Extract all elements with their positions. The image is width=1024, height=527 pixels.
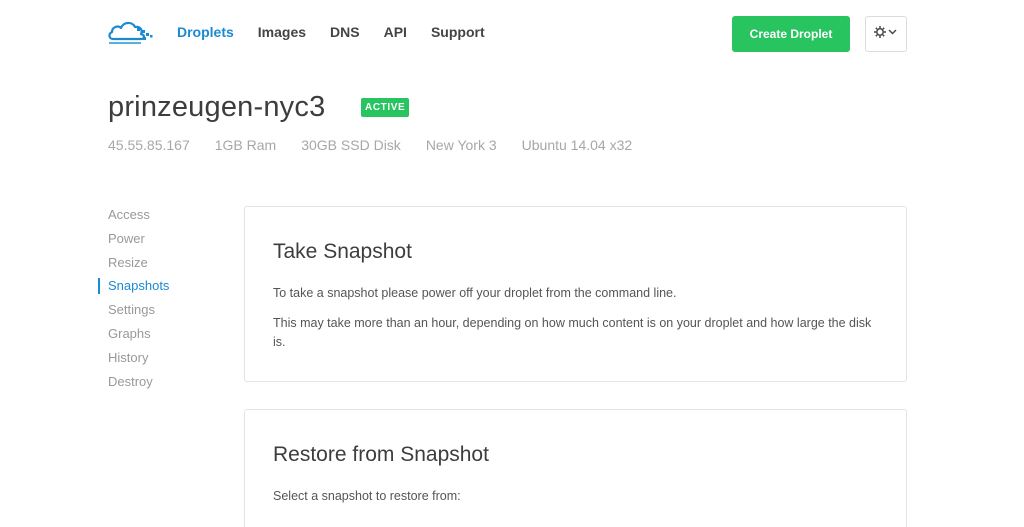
take-snapshot-note: This may take more than an hour, dependi… (273, 316, 872, 349)
droplet-ip: 45.55.85.167 (108, 137, 190, 153)
sidebar-item-graphs[interactable]: Graphs (98, 326, 218, 350)
sidebar-item-settings[interactable]: Settings (98, 302, 218, 326)
take-snapshot-panel: Take Snapshot To take a snapshot please … (244, 206, 907, 382)
top-bar: Droplets Images DNS API Support Create D… (0, 0, 1024, 66)
status-badge: ACTIVE (361, 98, 410, 117)
take-snapshot-instruction: To take a snapshot please power off your… (273, 286, 677, 300)
gear-icon (873, 25, 899, 44)
sidebar-item-power[interactable]: Power (98, 231, 218, 255)
droplet-meta: 45.55.85.167 1GB Ram 30GB SSD Disk New Y… (108, 137, 657, 153)
create-droplet-button[interactable]: Create Droplet (732, 16, 850, 52)
restore-snapshot-instruction: Select a snapshot to restore from: (273, 489, 461, 503)
nav-droplets[interactable]: Droplets (177, 24, 234, 40)
droplet-sidebar: Access Power Resize Snapshots Settings G… (98, 207, 218, 397)
droplet-name: prinzeugen-nyc3 (108, 91, 326, 123)
sidebar-item-history[interactable]: History (98, 350, 218, 374)
nav-api[interactable]: API (384, 24, 407, 40)
droplet-disk: 30GB SSD Disk (301, 137, 401, 153)
restore-snapshot-panel: Restore from Snapshot Select a snapshot … (244, 409, 907, 527)
nav-images[interactable]: Images (258, 24, 306, 40)
digitalocean-logo-icon[interactable] (107, 17, 155, 47)
droplet-ram: 1GB Ram (214, 137, 277, 153)
sidebar-item-resize[interactable]: Resize (98, 255, 218, 279)
settings-menu-button[interactable] (865, 16, 907, 52)
nav-dns[interactable]: DNS (330, 24, 360, 40)
droplet-region: New York 3 (425, 137, 497, 153)
sidebar-item-destroy[interactable]: Destroy (98, 374, 218, 398)
nav-support[interactable]: Support (431, 24, 485, 40)
chevron-down-icon (888, 29, 897, 34)
main-nav: Droplets Images DNS API Support (177, 24, 509, 40)
droplet-image: Ubuntu 14.04 x32 (521, 137, 633, 153)
take-snapshot-title: Take Snapshot (273, 240, 412, 263)
sidebar-item-snapshots[interactable]: Snapshots (98, 278, 218, 302)
restore-snapshot-title: Restore from Snapshot (273, 443, 489, 466)
sidebar-item-access[interactable]: Access (98, 207, 218, 231)
